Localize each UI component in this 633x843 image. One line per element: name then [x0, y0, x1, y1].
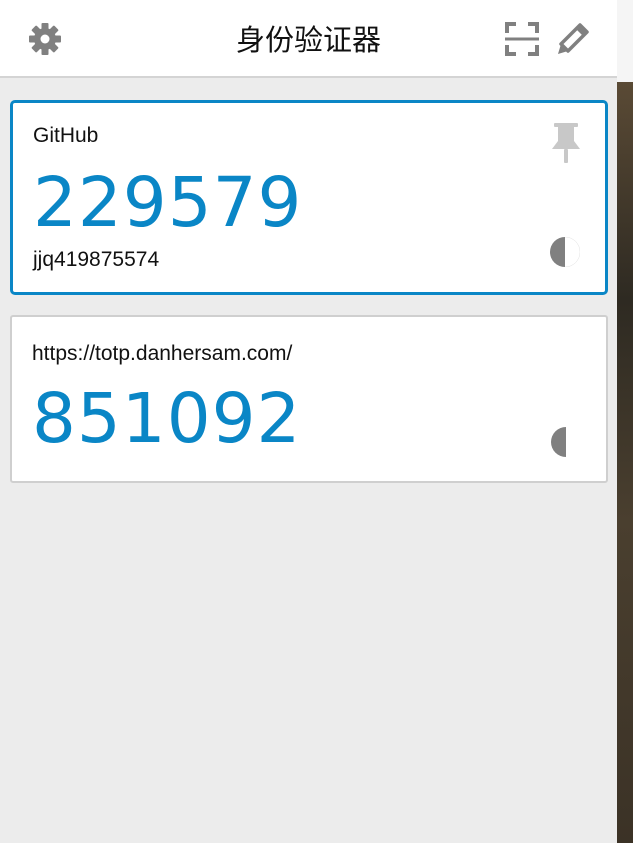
otp-code[interactable]: 229579	[33, 163, 302, 243]
entry-issuer: https://totp.danhersam.com/	[32, 342, 293, 365]
countdown-timer-icon	[550, 237, 580, 267]
authenticator-popup: 身份验证器 GitHub 229579 jjq419875574 https:/…	[0, 0, 617, 843]
countdown-timer-icon	[551, 427, 566, 457]
pin-icon[interactable]	[549, 123, 583, 165]
background-window-edge	[617, 0, 633, 843]
account-entry-github[interactable]: GitHub 229579 jjq419875574	[10, 100, 608, 295]
pencil-icon[interactable]	[556, 22, 590, 56]
scan-qr-icon[interactable]	[505, 22, 539, 56]
header-bar: 身份验证器	[0, 0, 617, 78]
entry-issuer: GitHub	[33, 124, 99, 147]
otp-code[interactable]: 851092	[32, 379, 301, 459]
account-entry-totp[interactable]: https://totp.danhersam.com/ 851092	[10, 315, 608, 483]
entry-account: jjq419875574	[33, 248, 160, 271]
